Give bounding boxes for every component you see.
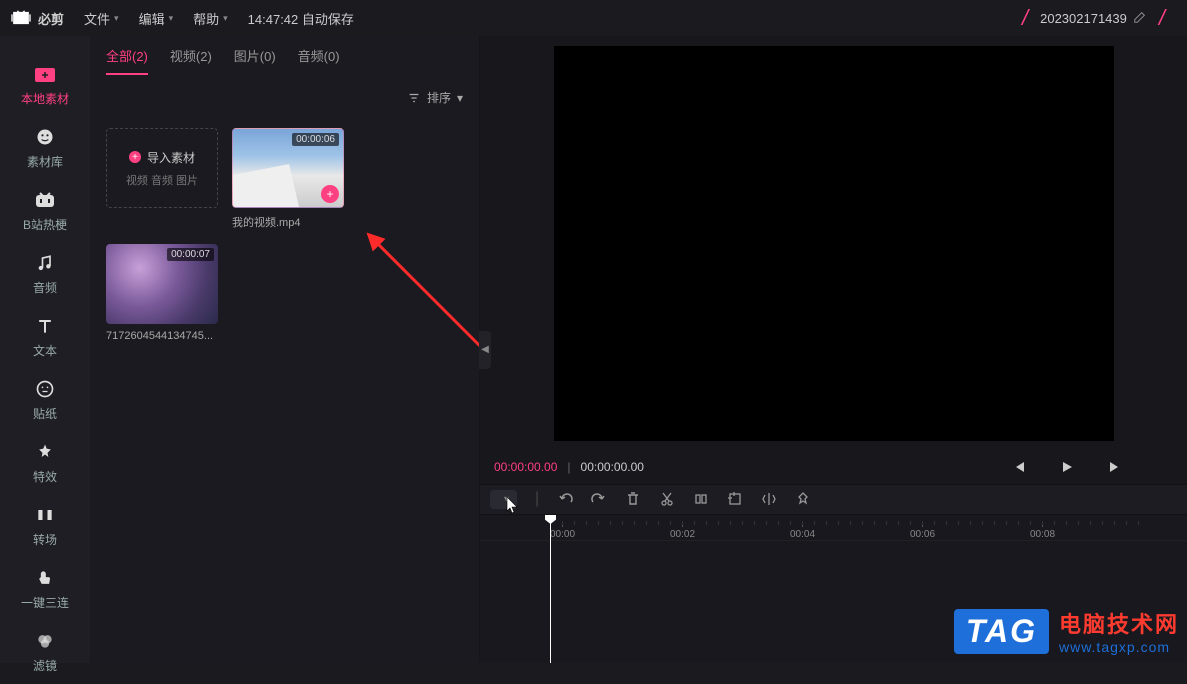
deco-slash-icon: / xyxy=(1022,5,1028,31)
app-name: 必剪 xyxy=(38,9,64,28)
sidebar-item-filter[interactable]: 滤镜 xyxy=(0,621,90,684)
tab-image[interactable]: 图片(0) xyxy=(234,46,276,75)
watermark-line1: 电脑技术网 xyxy=(1059,607,1179,639)
tab-all[interactable]: 全部(2) xyxy=(106,46,148,75)
asset-grid: + 导入素材 视频 音频 图片 00:00:06 + 我的视频.mp4 00:0… xyxy=(90,114,479,356)
edit-project-name-button[interactable] xyxy=(1133,10,1147,27)
import-subtitle: 视频 音频 图片 xyxy=(126,172,198,188)
asset-duration: 00:00:07 xyxy=(167,248,214,261)
project-name: 202302171439 xyxy=(1040,11,1127,26)
deco-slash-icon: / xyxy=(1159,5,1165,31)
timeline-toolbar: ▾ | xyxy=(480,484,1187,515)
delete-button[interactable] xyxy=(625,491,641,507)
play-button[interactable] xyxy=(1059,460,1075,474)
tick-label: 00:02 xyxy=(670,529,695,540)
next-frame-button[interactable] xyxy=(1107,460,1123,474)
preview-area xyxy=(480,36,1187,451)
asset-filename: 7172604544134745... xyxy=(106,330,218,342)
sidebar-item-label: 本地素材 xyxy=(21,90,69,107)
import-title: 导入素材 xyxy=(147,149,195,166)
autosave-label: 14:47:42 自动保存 xyxy=(248,9,354,28)
app-logo: 必剪 xyxy=(10,9,64,28)
asset-duration: 00:00:06 xyxy=(292,133,339,146)
crop-button[interactable] xyxy=(727,491,743,507)
sidebar-item-triple-combo[interactable]: 一键三连 xyxy=(0,558,90,621)
sidebar-item-effects[interactable]: 特效 xyxy=(0,432,90,495)
tick-label: 00:08 xyxy=(1030,529,1055,540)
chevron-down-icon: ▾ xyxy=(457,91,463,105)
tick-label: 00:04 xyxy=(790,529,815,540)
menu-file[interactable]: 文件▾ xyxy=(84,9,119,28)
left-sidebar: 本地素材 素材库 B站热梗 音频 文本 贴纸 特效 转场 xyxy=(0,36,90,663)
chevron-down-icon: ▾ xyxy=(114,13,119,24)
add-to-timeline-button[interactable]: + xyxy=(321,185,339,203)
sidebar-item-label: 转场 xyxy=(33,531,57,548)
sidebar-item-sticker[interactable]: 贴纸 xyxy=(0,369,90,432)
asset-filename: 我的视频.mp4 xyxy=(232,214,344,230)
chevron-down-icon: ▾ xyxy=(169,13,174,24)
sidebar-item-audio[interactable]: 音频 xyxy=(0,243,90,306)
sidebar-item-label: 特效 xyxy=(33,468,57,485)
sidebar-item-bilibili-memes[interactable]: B站热梗 xyxy=(0,180,90,243)
watermark: TAG 电脑技术网 www.tagxp.com xyxy=(954,607,1179,655)
time-separator: | xyxy=(567,460,570,474)
sidebar-item-local-assets[interactable]: 本地素材 xyxy=(0,54,90,117)
main-layout: 本地素材 素材库 B站热梗 音频 文本 贴纸 特效 转场 xyxy=(0,36,1187,663)
tab-video[interactable]: 视频(2) xyxy=(170,46,212,75)
menu-help[interactable]: 帮助▾ xyxy=(193,9,228,28)
sidebar-item-asset-library[interactable]: 素材库 xyxy=(0,117,90,180)
tab-audio[interactable]: 音频(0) xyxy=(298,46,340,75)
tick-label: 00:06 xyxy=(910,529,935,540)
sidebar-item-label: B站热梗 xyxy=(23,216,67,233)
sidebar-item-label: 素材库 xyxy=(27,153,63,170)
asset-tabs: 全部(2) 视频(2) 图片(0) 音频(0) xyxy=(90,36,479,75)
topbar: 必剪 文件▾ 编辑▾ 帮助▾ 14:47:42 自动保存 / 202302171… xyxy=(0,0,1187,36)
total-time: 00:00:00.00 xyxy=(581,460,644,474)
menu-edit[interactable]: 编辑▾ xyxy=(139,9,174,28)
timeline-ruler[interactable]: 00:00 00:02 00:04 00:06 00:08 xyxy=(480,515,1187,541)
plus-icon: + xyxy=(129,151,141,163)
asset-panel: 全部(2) 视频(2) 图片(0) 音频(0) 排序 ▾ + 导入素材 视频 音… xyxy=(90,36,480,663)
undo-button[interactable] xyxy=(557,491,573,507)
sidebar-item-label: 贴纸 xyxy=(33,405,57,422)
sidebar-item-label: 滤镜 xyxy=(33,657,57,674)
mirror-button[interactable] xyxy=(761,491,777,507)
sort-icon xyxy=(407,91,421,105)
sidebar-item-label: 文本 xyxy=(33,342,57,359)
import-asset-button[interactable]: + 导入素材 视频 音频 图片 xyxy=(106,128,218,230)
split-button[interactable] xyxy=(693,491,709,507)
tick-label: 00:00 xyxy=(550,529,575,540)
panel-collapse-handle[interactable]: ◀ xyxy=(479,331,491,369)
sort-bar[interactable]: 排序 ▾ xyxy=(90,75,479,114)
cut-button[interactable] xyxy=(659,491,675,507)
sidebar-item-text[interactable]: 文本 xyxy=(0,306,90,369)
sidebar-item-label: 一键三连 xyxy=(21,594,69,611)
asset-item[interactable]: 00:00:07 7172604544134745... xyxy=(106,244,218,342)
chevron-down-icon: ▾ xyxy=(504,494,509,505)
preview-canvas[interactable] xyxy=(554,46,1114,441)
watermark-line2: www.tagxp.com xyxy=(1059,639,1179,655)
redo-button[interactable] xyxy=(591,491,607,507)
right-pane: 00:00:00.00 | 00:00:00.00 ▾ | xyxy=(480,36,1187,663)
prev-frame-button[interactable] xyxy=(1011,460,1027,474)
chevron-down-icon: ▾ xyxy=(223,13,228,24)
timeline-playhead[interactable] xyxy=(550,515,551,663)
tool-selection-mode[interactable]: ▾ xyxy=(490,490,517,509)
sort-label: 排序 xyxy=(427,89,451,106)
current-time: 00:00:00.00 xyxy=(494,460,557,474)
pin-button[interactable] xyxy=(795,491,811,507)
playback-bar: 00:00:00.00 | 00:00:00.00 xyxy=(480,451,1187,484)
watermark-tag: TAG xyxy=(954,609,1049,654)
bijian-logo-icon xyxy=(10,9,32,27)
sidebar-item-transition[interactable]: 转场 xyxy=(0,495,90,558)
asset-item[interactable]: 00:00:06 + 我的视频.mp4 xyxy=(232,128,344,230)
sidebar-item-label: 音频 xyxy=(33,279,57,296)
